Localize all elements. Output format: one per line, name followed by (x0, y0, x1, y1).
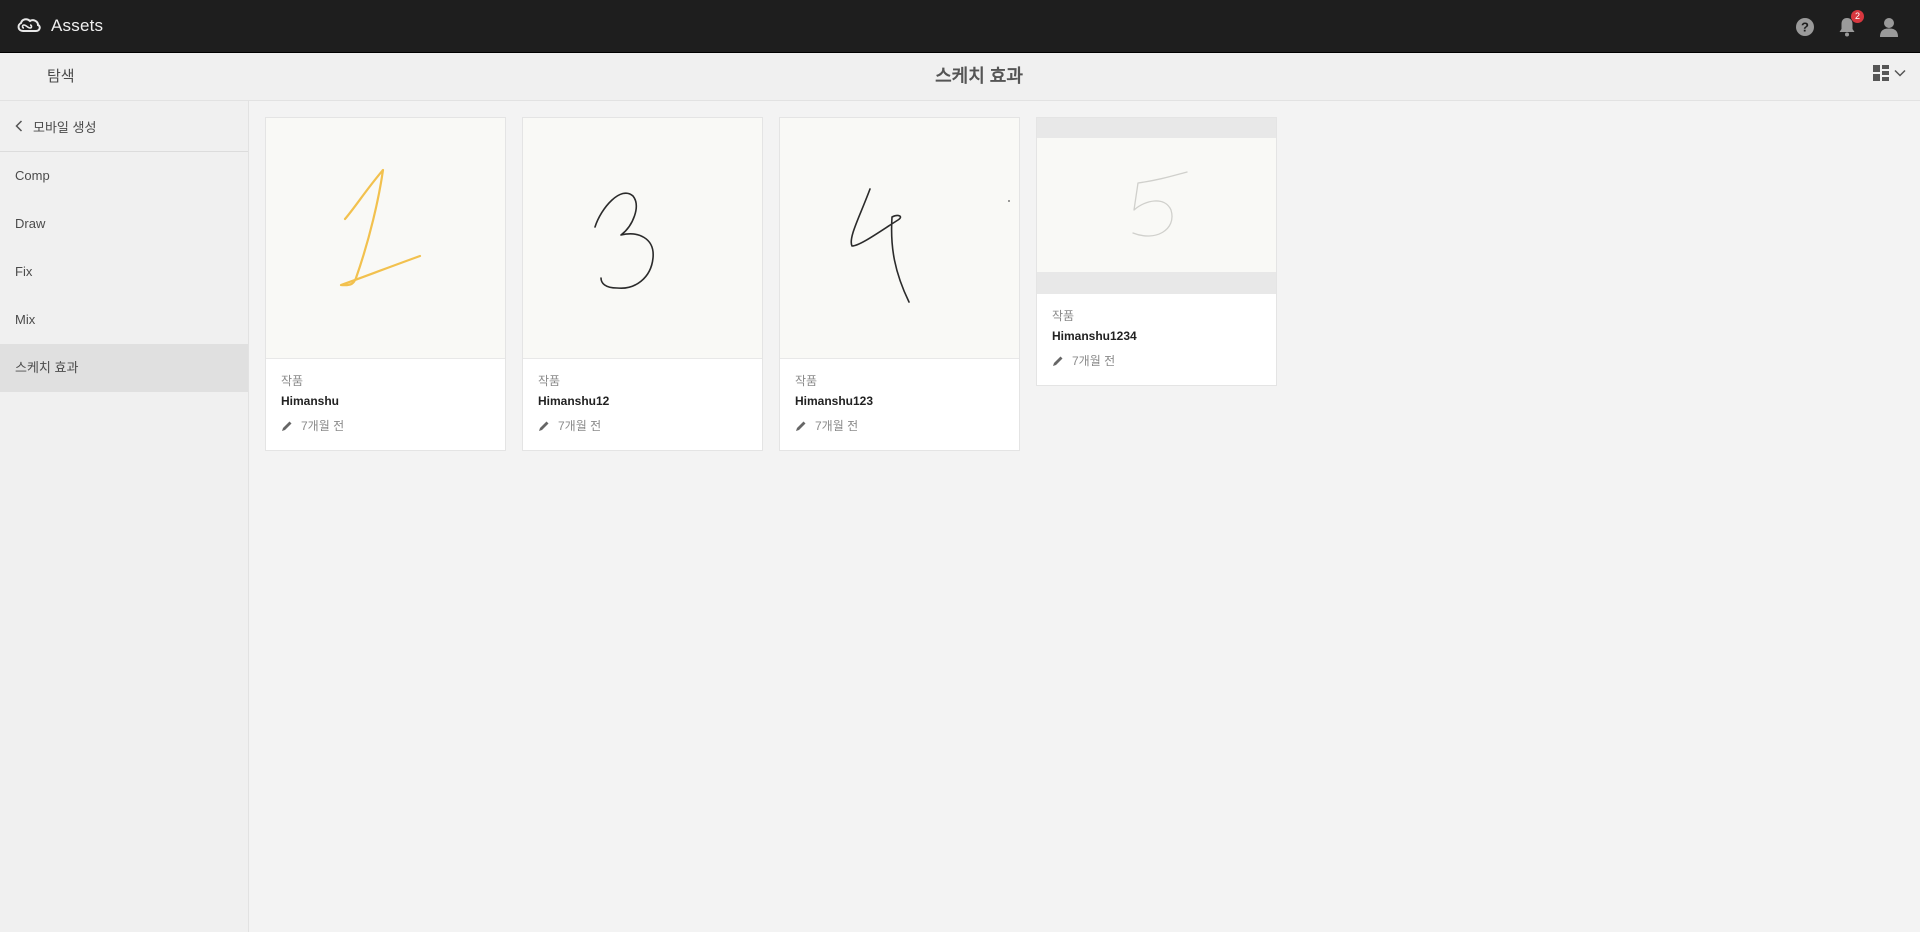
pencil-icon (282, 421, 292, 431)
card-view-icon (1873, 65, 1889, 81)
asset-name: Himanshu123 (795, 394, 874, 408)
page-title: 스케치 효과 (935, 66, 1023, 86)
asset-name: Himanshu12 (538, 394, 610, 408)
notification-count-badge: 2 (1851, 9, 1864, 23)
rail-back-label: 모바일 생성 (33, 119, 97, 135)
action-bar: 탐색 스케치 효과 (0, 53, 1920, 101)
rail-item-mix[interactable]: Mix (0, 296, 248, 344)
explore-button[interactable]: 탐색 (47, 53, 75, 100)
rail-item-sketch-effect[interactable]: 스케치 효과 (0, 344, 248, 392)
asset-name: Himanshu (281, 394, 340, 408)
asset-thumbnail (780, 118, 1019, 359)
pencil-icon (1053, 356, 1063, 366)
asset-card[interactable]: 작품 Himanshu 7개월 전 (265, 117, 506, 451)
rail-item-fix[interactable]: Fix (0, 248, 248, 296)
brand[interactable]: Assets (15, 16, 103, 36)
modified-time: 7개월 전 (558, 419, 602, 433)
shell-header: Assets ? 2 (0, 0, 1920, 53)
asset-card[interactable]: 작품 Himanshu123 7개월 전 (779, 117, 1020, 451)
asset-thumbnail (1037, 118, 1276, 294)
rail-item-draw[interactable]: Draw (0, 200, 248, 248)
chevron-down-icon (1894, 69, 1906, 77)
asset-type: 작품 (795, 374, 818, 388)
modified-time: 7개월 전 (1072, 354, 1116, 368)
left-rail: 모바일 생성 Comp Draw Fix Mix 스케치 효과 (0, 101, 249, 932)
view-switcher[interactable] (1873, 65, 1906, 81)
app-title: Assets (51, 16, 104, 35)
asset-type: 작품 (538, 374, 561, 388)
rail-back-button[interactable]: 모바일 생성 (0, 101, 248, 152)
pencil-icon (796, 421, 806, 431)
chevron-left-icon (15, 120, 23, 132)
help-icon[interactable]: ? (1794, 16, 1816, 38)
asset-thumbnail (266, 118, 505, 359)
modified-time: 7개월 전 (301, 419, 345, 433)
asset-card[interactable]: 작품 Himanshu1234 7개월 전 (1036, 117, 1277, 386)
svg-text:?: ? (1801, 19, 1809, 34)
asset-type: 작품 (1052, 309, 1075, 323)
pencil-icon (539, 421, 549, 431)
user-icon[interactable] (1878, 16, 1900, 38)
creative-cloud-icon (15, 16, 41, 36)
asset-thumbnail (523, 118, 762, 359)
asset-name: Himanshu1234 (1052, 329, 1137, 343)
asset-card[interactable]: 작품 Himanshu12 7개월 전 (522, 117, 763, 451)
asset-type: 작품 (281, 374, 304, 388)
notifications-button[interactable]: 2 (1836, 9, 1864, 38)
rail-item-comp[interactable]: Comp (0, 152, 248, 200)
modified-time: 7개월 전 (815, 419, 859, 433)
